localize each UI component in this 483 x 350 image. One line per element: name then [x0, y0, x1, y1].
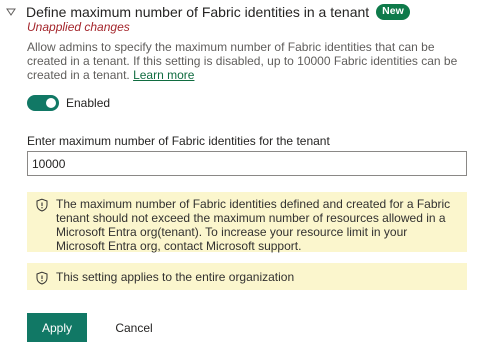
max-identities-label: Enter maximum number of Fabric identitie…	[27, 134, 330, 148]
description-text: Allow admins to specify the maximum numb…	[27, 40, 458, 82]
unapplied-changes-label: Unapplied changes	[27, 20, 130, 34]
enabled-toggle-row: Enabled	[27, 95, 110, 111]
notice-text: This setting applies to the entire organ…	[56, 270, 295, 284]
resource-limit-warning: The maximum number of Fabric identities …	[27, 192, 467, 253]
toggle-label: Enabled	[66, 96, 111, 110]
max-identities-input[interactable]	[27, 151, 467, 176]
warning-text: The maximum number of Fabric identities …	[56, 197, 451, 253]
cancel-button[interactable]: Cancel	[100, 313, 168, 342]
setting-description: Allow admins to specify the maximum numb…	[27, 40, 472, 82]
learn-more-link[interactable]: Learn more	[133, 68, 194, 82]
apply-button[interactable]: Apply	[27, 313, 87, 342]
setting-title: Define maximum number of Fabric identiti…	[26, 4, 370, 20]
enabled-toggle[interactable]	[27, 95, 59, 111]
organization-scope-notice: This setting applies to the entire organ…	[27, 263, 467, 290]
new-badge: New	[376, 4, 410, 20]
collapse-triangle-icon[interactable]	[4, 5, 18, 19]
shield-warning-icon	[35, 271, 49, 285]
shield-warning-icon	[35, 198, 49, 212]
setting-header[interactable]: Define maximum number of Fabric identiti…	[4, 4, 410, 20]
